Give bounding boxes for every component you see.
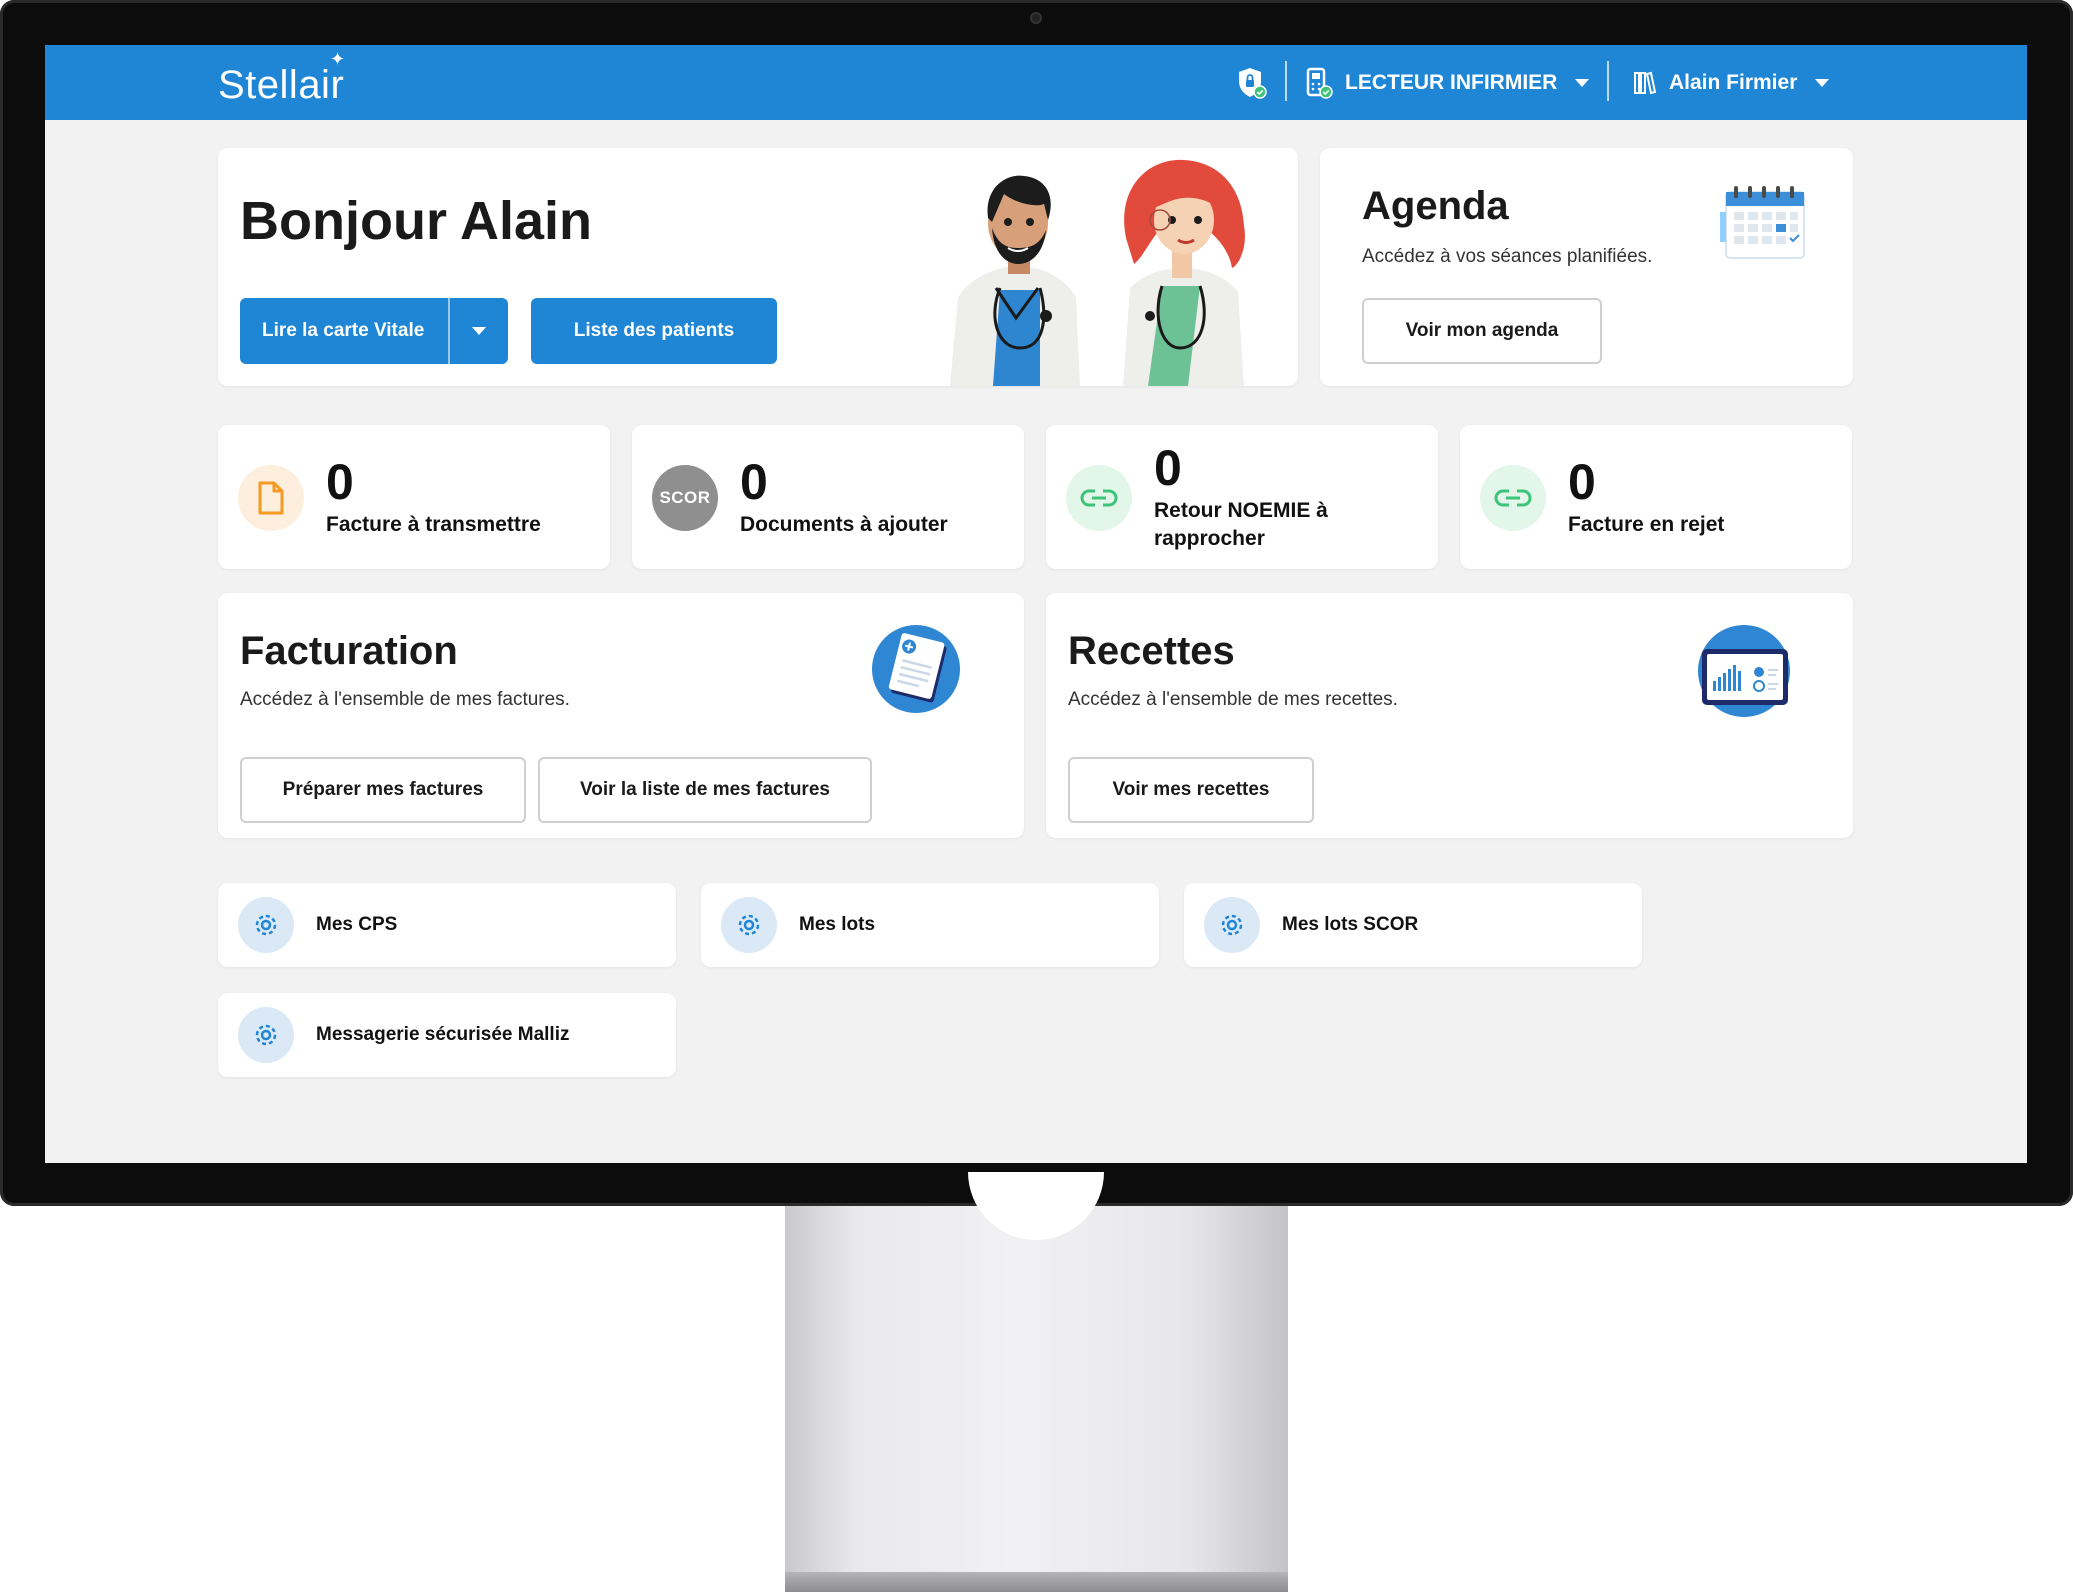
view-revenue-button[interactable]: Voir mes recettes [1068, 757, 1314, 823]
stat-value: 0 [1154, 440, 1182, 496]
link-secure-messaging[interactable]: Messagerie sécurisée Malliz [218, 993, 676, 1077]
stat-value: 0 [326, 454, 354, 510]
shield-lock-icon [1239, 67, 1267, 99]
security-status[interactable] [1237, 45, 1267, 120]
welcome-title: Bonjour Alain [240, 191, 592, 251]
stat-noemie-returns[interactable]: 0 Retour NOEMIE à rapprocher [1046, 425, 1438, 569]
link-icon [1066, 465, 1132, 531]
read-vitale-button[interactable]: Lire la carte Vitale [240, 298, 448, 364]
revenue-title: Recettes [1068, 629, 1235, 673]
stat-invoices-to-send[interactable]: 0 Facture à transmettre [218, 425, 610, 569]
link-label: Mes CPS [316, 914, 398, 935]
chevron-down-icon [1815, 78, 1830, 87]
vitale-split-button: Lire la carte Vitale [240, 298, 508, 364]
stand-base [785, 1572, 1288, 1592]
logo-star-icon: ✦ [330, 49, 346, 69]
app-logo[interactable]: Stellair ✦ [218, 49, 345, 108]
card-reader-icon [1306, 67, 1333, 99]
header-divider [1607, 61, 1609, 101]
revenue-subtitle: Accédez à l'ensemble de mes recettes. [1068, 689, 1398, 710]
view-agenda-button[interactable]: Voir mon agenda [1362, 298, 1602, 364]
reader-label: LECTEUR INFIRMIER [1345, 70, 1558, 94]
patients-list-button[interactable]: Liste des patients [531, 298, 777, 364]
invoice-list-button[interactable]: Voir la liste de mes factures [538, 757, 872, 823]
stat-label: Documents à ajouter [740, 513, 948, 536]
stat-value: 0 [1568, 454, 1596, 510]
link-label: Messagerie sécurisée Malliz [316, 1024, 570, 1045]
stat-label-line: rapprocher [1154, 527, 1265, 550]
agenda-title: Agenda [1362, 184, 1509, 228]
calendar-icon [1720, 186, 1805, 259]
link-label: Mes lots SCOR [1282, 914, 1419, 935]
revenue-card: Recettes Accédez à l'ensemble de mes rec… [1046, 593, 1853, 838]
stat-label: Retour NOEMIE à rapprocher [1154, 497, 1328, 553]
prepare-invoices-button[interactable]: Préparer mes factures [240, 757, 526, 823]
user-menu[interactable]: Alain Firmier [1633, 45, 1830, 120]
link-my-batches[interactable]: Mes lots [701, 883, 1159, 967]
top-bar: Stellair ✦ LECTEUR INFIRMIER Alain Firmi… [45, 45, 2027, 120]
dashboard-tablet-icon [1698, 625, 1790, 717]
agenda-card: Agenda Accédez à vos séances planifiées.… [1320, 148, 1853, 386]
document-icon [238, 465, 304, 531]
monitor-bezel: Stellair ✦ LECTEUR INFIRMIER Alain Firmi… [0, 0, 2073, 1206]
stat-rejected-invoices[interactable]: 0 Facture en rejet [1460, 425, 1852, 569]
monitor-stand [785, 1206, 1288, 1592]
scor-badge: SCOR [659, 488, 711, 507]
stat-label-line: Retour NOEMIE à [1154, 499, 1328, 522]
billing-card: Facturation Accédez à l'ensemble de mes … [218, 593, 1024, 838]
link-label: Mes lots [799, 914, 876, 935]
stat-label: Facture à transmettre [326, 513, 541, 536]
screen: Stellair ✦ LECTEUR INFIRMIER Alain Firmi… [45, 45, 2027, 1163]
billing-subtitle: Accédez à l'ensemble de mes factures. [240, 689, 570, 710]
gear-icon [1204, 897, 1260, 953]
books-icon [1634, 71, 1657, 94]
header-divider [1285, 61, 1287, 101]
agenda-subtitle: Accédez à vos séances planifiées. [1362, 246, 1653, 267]
gear-icon [238, 897, 294, 953]
stat-value: 0 [740, 454, 768, 510]
stat-documents-to-add[interactable]: SCOR 0 Documents à ajouter [632, 425, 1024, 569]
invoice-document-icon [872, 625, 960, 713]
billing-title: Facturation [240, 629, 458, 673]
chevron-down-icon [1575, 78, 1590, 87]
link-icon [1480, 465, 1546, 531]
logo-text: Stellair [218, 63, 345, 107]
link-my-scor-batches[interactable]: Mes lots SCOR [1184, 883, 1642, 967]
welcome-card: Bonjour Alain Lire la carte Vitale Liste… [218, 148, 1298, 386]
chevron-down-icon [472, 327, 486, 335]
caregivers-illustration [950, 159, 1245, 386]
gear-icon [238, 1007, 294, 1063]
vitale-dropdown-button[interactable] [448, 298, 508, 364]
user-name: Alain Firmier [1669, 70, 1798, 94]
reader-dropdown[interactable]: LECTEUR INFIRMIER [1305, 45, 1590, 120]
scor-icon: SCOR [652, 465, 718, 531]
link-my-cps[interactable]: Mes CPS [218, 883, 676, 967]
stat-label: Facture en rejet [1568, 513, 1725, 536]
gear-icon [721, 897, 777, 953]
camera [1030, 12, 1042, 24]
